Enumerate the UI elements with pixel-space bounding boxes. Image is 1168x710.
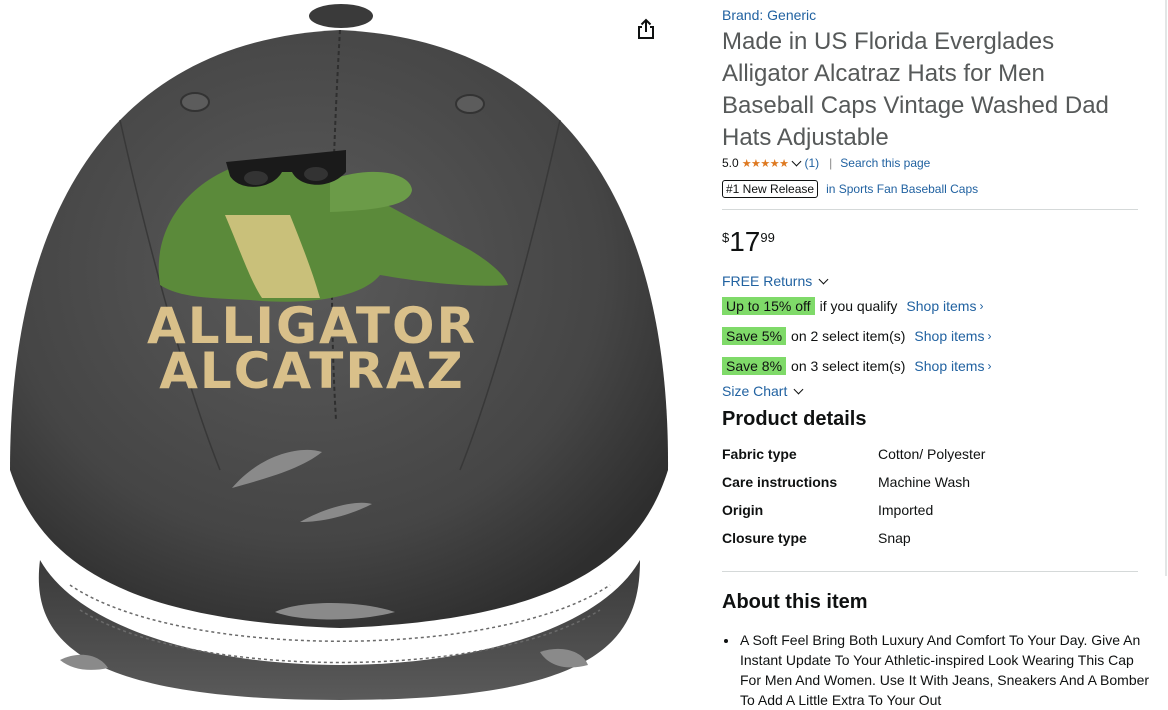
promo-text: if you qualify bbox=[819, 298, 898, 314]
detail-value: Imported bbox=[878, 502, 934, 518]
detail-key: Fabric type bbox=[722, 446, 797, 462]
star-rating-icon[interactable]: ★★★★★ bbox=[742, 157, 789, 170]
chevron-down-icon bbox=[793, 384, 804, 394]
shop-items-label: Shop items bbox=[914, 328, 985, 344]
price-whole: 17 bbox=[729, 226, 761, 257]
free-returns-label: FREE Returns bbox=[722, 273, 813, 289]
promo-badge: Save 5% bbox=[722, 327, 787, 345]
chevron-right-icon: › bbox=[979, 299, 984, 313]
hat-print-line2: ALCATRAZ bbox=[159, 342, 465, 400]
share-button[interactable] bbox=[636, 18, 666, 48]
chevron-down-icon bbox=[818, 274, 829, 284]
detail-value: Snap bbox=[878, 530, 911, 546]
size-chart-link[interactable]: Size Chart bbox=[722, 383, 804, 399]
promo-text: on 3 select item(s) bbox=[791, 358, 906, 374]
rating-row: 5.0 ★★★★★ (1) | Search this page bbox=[722, 156, 930, 170]
detail-key: Closure type bbox=[722, 530, 807, 546]
shop-items-label: Shop items bbox=[914, 358, 985, 374]
table-row: Closure type Snap bbox=[722, 530, 985, 558]
promo-row: Save 8% on 3 select item(s) Shop items › bbox=[722, 357, 991, 375]
product-image-panel[interactable]: ALLIGATOR ALCATRAZ bbox=[0, 0, 678, 706]
promo-badge: Save 8% bbox=[722, 357, 787, 375]
rating-value: 5.0 bbox=[722, 156, 739, 170]
shop-items-label: Shop items bbox=[906, 298, 977, 314]
price-fraction: 99 bbox=[760, 230, 775, 245]
size-chart-label: Size Chart bbox=[722, 383, 788, 399]
scrollbar-edge[interactable] bbox=[1165, 0, 1167, 576]
price-symbol: $ bbox=[722, 230, 730, 245]
divider bbox=[722, 571, 1138, 572]
shop-items-link[interactable]: Shop items › bbox=[914, 358, 991, 374]
rating-count-link[interactable]: (1) bbox=[805, 156, 820, 170]
about-this-item-heading: About this item bbox=[722, 591, 868, 613]
shop-items-link[interactable]: Shop items › bbox=[906, 298, 983, 314]
promo-row: Up to 15% off if you qualify Shop items … bbox=[722, 297, 983, 315]
new-release-badge[interactable]: #1 New Release bbox=[722, 180, 819, 198]
promo-badge: Up to 15% off bbox=[722, 297, 815, 315]
chevron-right-icon: › bbox=[987, 359, 992, 373]
release-row: #1 New Release in Sports Fan Baseball Ca… bbox=[722, 180, 978, 198]
table-row: Care instructions Machine Wash bbox=[722, 474, 985, 502]
search-page-link[interactable]: Search this page bbox=[840, 156, 930, 170]
price: $ 17 99 bbox=[722, 226, 775, 258]
detail-key: Care instructions bbox=[722, 474, 838, 490]
chevron-down-icon[interactable] bbox=[791, 156, 801, 167]
list-item: A Soft Feel Bring Both Luxury And Comfor… bbox=[739, 630, 1157, 710]
product-image: ALLIGATOR ALCATRAZ bbox=[10, 4, 669, 700]
detail-key: Origin bbox=[722, 502, 764, 518]
detail-value: Cotton/ Polyester bbox=[878, 446, 986, 462]
shop-items-link[interactable]: Shop items › bbox=[914, 328, 991, 344]
table-row: Origin Imported bbox=[722, 502, 985, 530]
promo-text: on 2 select item(s) bbox=[791, 328, 906, 344]
free-returns-link[interactable]: FREE Returns bbox=[722, 273, 829, 289]
chevron-right-icon: › bbox=[987, 329, 992, 343]
about-bullet-list: A Soft Feel Bring Both Luxury And Comfor… bbox=[722, 630, 1157, 710]
product-details-heading: Product details bbox=[722, 408, 867, 430]
share-icon bbox=[638, 18, 654, 39]
brand-link[interactable]: Brand: Generic bbox=[722, 7, 816, 23]
divider bbox=[722, 209, 1138, 210]
separator: | bbox=[829, 156, 833, 170]
product-title: Made in US Florida Everglades Alligator … bbox=[722, 28, 1109, 151]
promo-row: Save 5% on 2 select item(s) Shop items › bbox=[722, 327, 991, 345]
product-details-table: Fabric type Cotton/ Polyester Care instr… bbox=[722, 446, 985, 558]
release-category-link[interactable]: in Sports Fan Baseball Caps bbox=[826, 182, 978, 196]
detail-value: Machine Wash bbox=[878, 474, 971, 490]
table-row: Fabric type Cotton/ Polyester bbox=[722, 446, 985, 474]
